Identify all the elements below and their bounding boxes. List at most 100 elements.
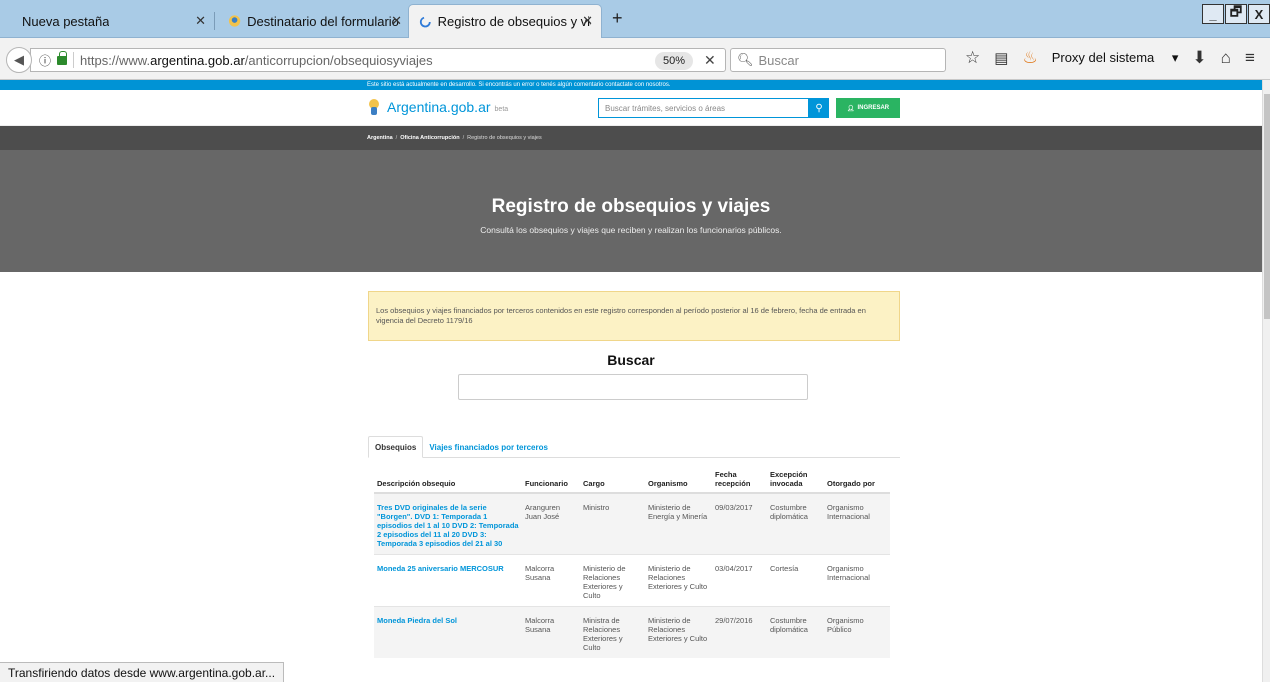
breadcrumb: Argentina / Oficina Anticorrupción / Reg… — [0, 126, 1262, 150]
reader-list-icon[interactable]: ▤ — [994, 49, 1008, 67]
obsequio-link[interactable]: Moneda 25 aniversario MERCOSUR — [374, 554, 522, 607]
table-cell: Ministerio de Relaciones Exteriores y Cu… — [645, 606, 712, 658]
site-logo[interactable]: Argentina.gob.ar beta — [367, 98, 508, 116]
table-cell: Malcorra Susana — [522, 606, 580, 658]
user-icon: 👤︎ — [846, 105, 855, 112]
search-icon: ⚲ — [815, 102, 823, 114]
close-window-button[interactable]: X — [1248, 4, 1270, 24]
status-bar: Transfiriendo datos desde www.argentina.… — [0, 662, 285, 682]
obsequios-table: Descripción obsequio Funcionario Cargo O… — [374, 466, 890, 658]
page-title: Registro de obsequios y viajes — [491, 196, 771, 217]
restore-button[interactable]: 🗗 — [1225, 4, 1247, 24]
browser-tab-bar: Nueva pestaña ✕ Destinatario del formula… — [0, 0, 1270, 38]
column-header[interactable]: Otorgado por — [824, 466, 890, 494]
loading-spinner-icon — [419, 16, 431, 27]
tab-title: Destinatario del formulario... — [247, 13, 400, 29]
column-header[interactable]: Funcionario — [522, 466, 580, 494]
info-icon[interactable]: ⓘ — [39, 52, 51, 69]
home-icon[interactable]: ⌂ — [1221, 48, 1231, 68]
breadcrumb-item-current: Registro de obsequios y viajes — [467, 135, 542, 141]
close-tab-icon[interactable]: ✕ — [195, 13, 206, 29]
table-cell: Organismo Público — [824, 606, 890, 658]
column-header[interactable]: Organismo — [645, 466, 712, 494]
breadcrumb-separator: / — [462, 135, 465, 141]
column-header[interactable]: Excepción invocada — [767, 466, 824, 494]
proxy-dropdown[interactable]: Proxy del sistema ▾ — [1052, 50, 1179, 66]
site-brand: Argentina.gob.ar — [387, 99, 491, 115]
table-cell: Organismo Internacional — [824, 492, 890, 555]
registry-search-input[interactable] — [458, 374, 808, 400]
column-header[interactable]: Descripción obsequio — [374, 466, 522, 494]
argentina-sun-icon — [228, 15, 241, 27]
obsequio-link[interactable]: Tres DVD originales de la serie "Borgen"… — [374, 492, 522, 555]
tab-title: Registro de obsequios y via... — [437, 14, 591, 29]
search-icon: 🔍︎ — [737, 52, 754, 67]
page-subtitle: Consultá los obsequios y viajes que reci… — [480, 225, 782, 235]
new-tab-button[interactable]: + — [612, 8, 623, 29]
table-cell: Ministro — [580, 492, 645, 555]
table-row: Tres DVD originales de la serie "Borgen"… — [374, 492, 890, 555]
menu-icon[interactable]: ≡ — [1245, 48, 1255, 68]
column-header[interactable]: Fecha recepción — [712, 466, 767, 494]
tab-separator — [214, 12, 215, 30]
site-search-input[interactable]: Buscar trámites, servicios o áreas — [598, 98, 809, 118]
breadcrumb-item-argentina[interactable]: Argentina — [367, 135, 393, 141]
zoom-level-button[interactable]: 50% — [655, 52, 694, 70]
obsequio-link[interactable]: Moneda Piedra del Sol — [374, 606, 522, 658]
vertical-scrollbar[interactable] — [1262, 80, 1270, 682]
browser-nav-bar: ⓘ https://www.argentina.gob.ar/anticorru… — [0, 38, 1270, 80]
browser-search-input[interactable]: 🔍︎ Buscar — [730, 48, 946, 72]
table-cell: Cortesía — [767, 554, 824, 607]
beta-badge: beta — [494, 105, 509, 113]
toolbar-icons: ☆ ▤ ♨ Proxy del sistema ▾ ⬇ ⌂ ≡ — [965, 48, 1269, 68]
site-search-button[interactable]: ⚲ — [809, 98, 829, 118]
scrollbar-thumb[interactable] — [1264, 94, 1270, 319]
minimize-button[interactable]: _ — [1202, 4, 1224, 24]
table-header-row: Descripción obsequio Funcionario Cargo O… — [374, 466, 890, 494]
tab-title: Nueva pestaña — [22, 13, 110, 29]
table-cell: 09/03/2017 — [712, 492, 767, 555]
close-tab-icon[interactable]: ✕ — [391, 13, 402, 29]
column-header[interactable]: Cargo — [580, 466, 645, 494]
table-cell: Ministerio de Relaciones Exteriores y Cu… — [580, 554, 645, 607]
search-placeholder: Buscar — [758, 52, 799, 68]
table-cell: Ministerio de Energía y Minería — [645, 492, 712, 555]
tab-destinatario[interactable]: Destinatario del formulario... ✕ — [218, 5, 410, 37]
breadcrumb-separator: / — [395, 135, 398, 141]
page-viewport: Este sitio está actualmente en desarroll… — [0, 80, 1262, 682]
table-cell: 03/04/2017 — [712, 554, 767, 607]
window-controls: _ 🗗 X — [1201, 4, 1270, 24]
table-cell: Costumbre diplomática — [767, 606, 824, 658]
extension-icon[interactable]: ♨ — [1022, 48, 1037, 68]
url-text[interactable]: https://www.argentina.gob.ar/anticorrupc… — [80, 53, 433, 68]
table-cell: Organismo Internacional — [824, 554, 890, 607]
table-row: Moneda 25 aniversario MERCOSUR Malcorra … — [374, 554, 890, 607]
tab-nueva-pestana[interactable]: Nueva pestaña ✕ — [0, 5, 214, 37]
stop-icon[interactable]: ✕ — [704, 52, 716, 69]
tab-registro-obsequios[interactable]: Registro de obsequios y via... ✕ — [408, 4, 602, 38]
url-bar[interactable]: ⓘ https://www.argentina.gob.ar/anticorru… — [30, 48, 726, 72]
arrow-left-icon: ◀ — [14, 52, 24, 67]
table-cell: Costumbre diplomática — [767, 492, 824, 555]
argentina-sun-icon — [369, 99, 379, 115]
dev-banner: Este sitio está actualmente en desarroll… — [0, 80, 1262, 90]
hero-banner: Registro de obsequios y viajes Consultá … — [0, 150, 1262, 272]
login-button[interactable]: 👤︎ INGRESAR — [836, 98, 900, 118]
table-row: Moneda Piedra del Sol Malcorra Susana Mi… — [374, 606, 890, 658]
bookmark-star-icon[interactable]: ☆ — [965, 48, 980, 68]
site-header: Argentina.gob.ar beta Buscar trámites, s… — [0, 90, 1262, 126]
breadcrumb-item-oficina[interactable]: Oficina Anticorrupción — [400, 135, 459, 141]
table-cell: Aranguren Juan José — [522, 492, 580, 555]
tab-viajes[interactable]: Viajes financiados por terceros — [423, 436, 554, 458]
lock-icon[interactable] — [57, 50, 68, 65]
download-icon[interactable]: ⬇ — [1192, 48, 1206, 68]
back-button[interactable]: ◀ — [6, 47, 32, 73]
info-notice: Los obsequios y viajes financiados por t… — [368, 291, 900, 341]
close-tab-icon[interactable]: ✕ — [582, 13, 593, 29]
url-separator — [73, 52, 75, 68]
table-cell: Malcorra Susana — [522, 554, 580, 607]
tab-obsequios[interactable]: Obsequios — [368, 436, 424, 458]
registry-tabs: Obsequios Viajes financiados por tercero… — [368, 436, 900, 458]
table-cell: Ministra de Relaciones Exteriores y Cult… — [580, 606, 645, 658]
search-heading: Buscar — [607, 352, 655, 368]
